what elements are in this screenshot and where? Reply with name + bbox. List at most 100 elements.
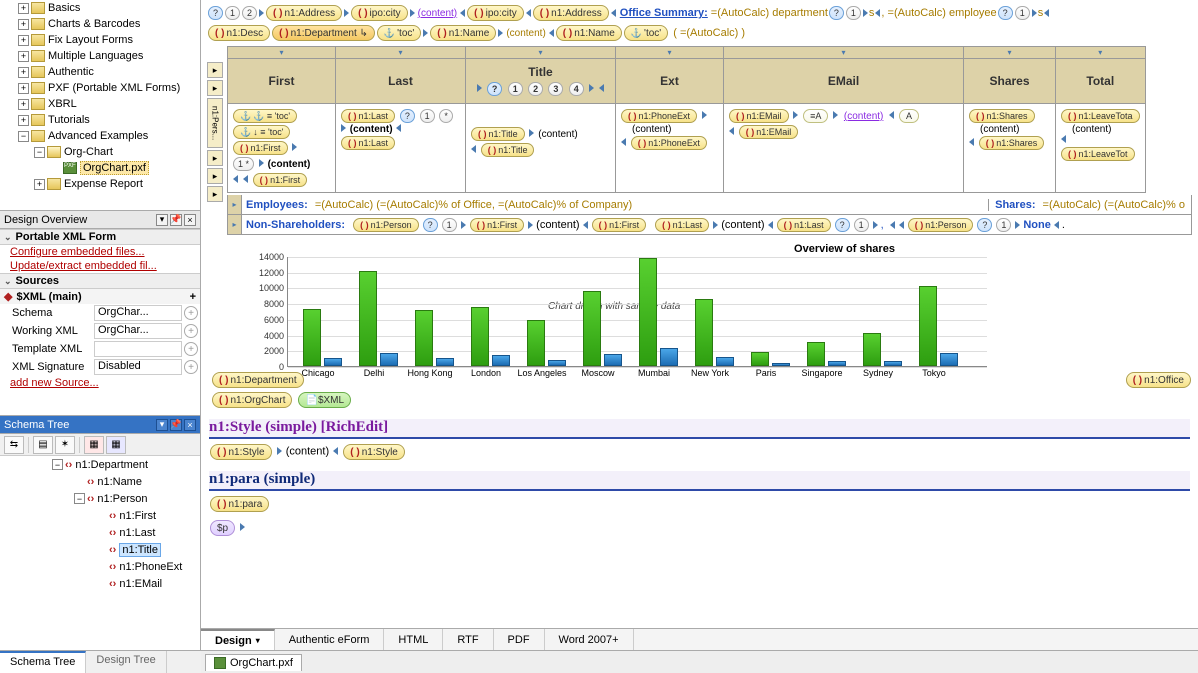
panel-dropdown-icon[interactable]: ▾ <box>156 214 168 226</box>
expander-icon[interactable]: − <box>18 131 29 142</box>
expander-icon[interactable]: + <box>34 179 45 190</box>
schema-node[interactable]: ‹›n1:First <box>0 507 200 524</box>
schema-node[interactable]: ‹›n1:Last <box>0 524 200 541</box>
chip-num[interactable]: 2 <box>528 82 543 96</box>
do-row[interactable]: SchemaOrgChar...+ <box>0 304 200 322</box>
chip-p[interactable]: $p <box>210 520 235 536</box>
chip-last-close[interactable]: ( )n1:Last <box>341 136 395 150</box>
chip-last-close[interactable]: ( )n1:Last <box>777 218 831 232</box>
do-value[interactable]: Disabled <box>94 359 182 375</box>
do-link-configure[interactable]: Configure embedded files... <box>0 245 200 259</box>
gutter-btn[interactable]: n1:Pers... <box>207 98 223 148</box>
tree-item[interactable]: +Tutorials <box>0 112 200 128</box>
tree-item[interactable]: +Authentic <box>0 64 200 80</box>
expander-icon[interactable]: + <box>18 35 29 46</box>
expander-icon[interactable]: + <box>18 19 29 30</box>
cell-shares[interactable]: ( )n1:Shares (content) ( )n1:Shares <box>964 104 1056 193</box>
chip-first-close[interactable]: ( )n1:First <box>592 218 647 232</box>
chip-q[interactable]: ? <box>977 218 992 232</box>
expander-icon[interactable]: + <box>18 83 29 94</box>
toolbar-btn[interactable]: ▦ <box>84 436 104 454</box>
chip-xml[interactable]: 📄 $XML <box>298 392 351 408</box>
chip-num[interactable]: 1 <box>442 218 457 232</box>
content-placeholder[interactable]: (content) <box>844 111 883 122</box>
expander-icon[interactable]: + <box>18 67 29 78</box>
column-dropdown-bar[interactable] <box>228 47 1146 59</box>
panel-pin-icon[interactable]: 📌 <box>170 419 182 431</box>
do-value[interactable]: OrgChar... <box>94 305 182 321</box>
chip-name-close[interactable]: ( )n1:Name <box>556 25 622 41</box>
do-add-source[interactable]: add new Source... <box>0 376 200 390</box>
gutter-btn[interactable]: ▸ <box>207 150 223 166</box>
chip-person-open[interactable]: ( )n1:Person <box>353 218 419 232</box>
row-dropdown-icon[interactable]: ▸ <box>228 195 242 214</box>
tree-item[interactable]: −Advanced Examples <box>0 128 200 144</box>
chip-num[interactable]: 1 <box>854 218 869 232</box>
chip-q[interactable]: ? <box>487 82 503 96</box>
chip-link-open[interactable]: ≡A <box>803 109 828 123</box>
chip-address-open[interactable]: ( )n1:Address <box>266 5 342 21</box>
toolbar-btn[interactable]: ▤ <box>33 436 53 454</box>
chip-last-open[interactable]: ( )n1:Last <box>341 109 395 123</box>
chip-q[interactable]: ? <box>835 218 850 232</box>
chip-first-close[interactable]: ( )n1:First <box>253 173 308 187</box>
chip-last-open[interactable]: ( )n1:Last <box>655 218 709 232</box>
panel-pin-icon[interactable]: 📌 <box>170 214 182 226</box>
arrow-right-icon[interactable] <box>589 84 594 92</box>
chip-ext-close[interactable]: ( )n1:PhoneExt <box>631 136 707 150</box>
chip-style-open[interactable]: ( )n1:Style <box>210 444 272 460</box>
chip-name-open[interactable]: ( )n1:Name <box>430 25 496 41</box>
cell-first[interactable]: ⚓ ≡ 'toc' ↓ ≡ 'toc' ( )n1:First 1 * (con… <box>228 104 336 193</box>
toolbar-btn[interactable]: ✶ <box>55 436 75 454</box>
expander-icon[interactable]: + <box>18 3 29 14</box>
expander-icon[interactable]: + <box>18 115 29 126</box>
cell-total[interactable]: ( )n1:LeaveTota (content) ( )n1:LeaveTot <box>1056 104 1146 193</box>
chip-email-close[interactable]: ( )n1:EMail <box>739 125 799 139</box>
view-tab-rtf[interactable]: RTF <box>443 629 493 650</box>
tree-item[interactable]: +Multiple Languages <box>0 48 200 64</box>
chip-num[interactable]: * <box>439 109 453 123</box>
expander-icon[interactable]: + <box>18 99 29 110</box>
do-link-update[interactable]: Update/extract embedded fil... <box>0 259 200 273</box>
tab-design-tree[interactable]: Design Tree <box>86 651 166 673</box>
chip-num[interactable]: 1 <box>225 6 240 20</box>
schema-node[interactable]: ‹›n1:PhoneExt <box>0 558 200 575</box>
chip-first-open[interactable]: ( )n1:First <box>470 218 525 232</box>
chip-leavetotal-close[interactable]: ( )n1:LeaveTot <box>1061 147 1135 161</box>
gutter-btn[interactable]: ▸ <box>207 80 223 96</box>
schema-tree-body[interactable]: −‹›n1:Department‹›n1:Name−‹›n1:Person‹›n… <box>0 456 200 631</box>
arrow-right-icon[interactable] <box>477 84 482 92</box>
content-placeholder[interactable]: (content) <box>418 8 457 19</box>
view-tab-pdf[interactable]: PDF <box>494 629 545 650</box>
col-email[interactable]: EMail <box>724 59 964 104</box>
do-section-portable[interactable]: ⌄Portable XML Form <box>0 229 200 245</box>
col-shares[interactable]: Shares <box>964 59 1056 104</box>
cell-email[interactable]: ( )n1:EMail ≡A (content) A ( )n1:EMail <box>724 104 964 193</box>
chip-office-close[interactable]: ( )n1:Office <box>1126 372 1191 388</box>
add-icon[interactable]: + <box>184 342 198 356</box>
tree-item[interactable]: +Expense Report <box>0 176 200 192</box>
chip-toc[interactable]: ↓ ≡ 'toc' <box>233 125 290 139</box>
tree-item[interactable]: OrgChart.pxf <box>0 160 200 176</box>
cell-ext[interactable]: ( )n1:PhoneExt (content) ( )n1:PhoneExt <box>616 104 724 193</box>
row-dropdown-icon[interactable]: ▸ <box>228 215 242 234</box>
view-tab-word-2007+[interactable]: Word 2007+ <box>545 629 634 650</box>
chip-num[interactable]: 2 <box>242 6 257 20</box>
document-tab[interactable]: OrgChart.pxf <box>205 654 302 671</box>
chip-num[interactable]: 1 <box>1015 6 1030 20</box>
chip-q[interactable]: ? <box>829 6 844 20</box>
toolbar-btn[interactable]: ▦ <box>106 436 126 454</box>
tab-schema-tree[interactable]: Schema Tree <box>0 651 86 673</box>
panel-dropdown-icon[interactable]: ▾ <box>156 419 168 431</box>
col-ext[interactable]: Ext <box>616 59 724 104</box>
schema-node[interactable]: −‹›n1:Person <box>0 490 200 507</box>
do-row[interactable]: Working XMLOrgChar...+ <box>0 322 200 340</box>
tree-item[interactable]: +PXF (Portable XML Forms) <box>0 80 200 96</box>
chip-num[interactable]: 1 * <box>233 157 254 171</box>
do-row[interactable]: Template XML+ <box>0 340 200 358</box>
chip-num[interactable]: 4 <box>569 82 584 96</box>
tree-item[interactable]: −Org-Chart <box>0 144 200 160</box>
design-canvas[interactable]: ? 1 2 ( )n1:Address ( )ipo:city (content… <box>201 0 1198 628</box>
chip-toc[interactable]: ⚓ ≡ 'toc' <box>233 109 297 123</box>
chip-num[interactable]: 1 <box>420 109 435 123</box>
